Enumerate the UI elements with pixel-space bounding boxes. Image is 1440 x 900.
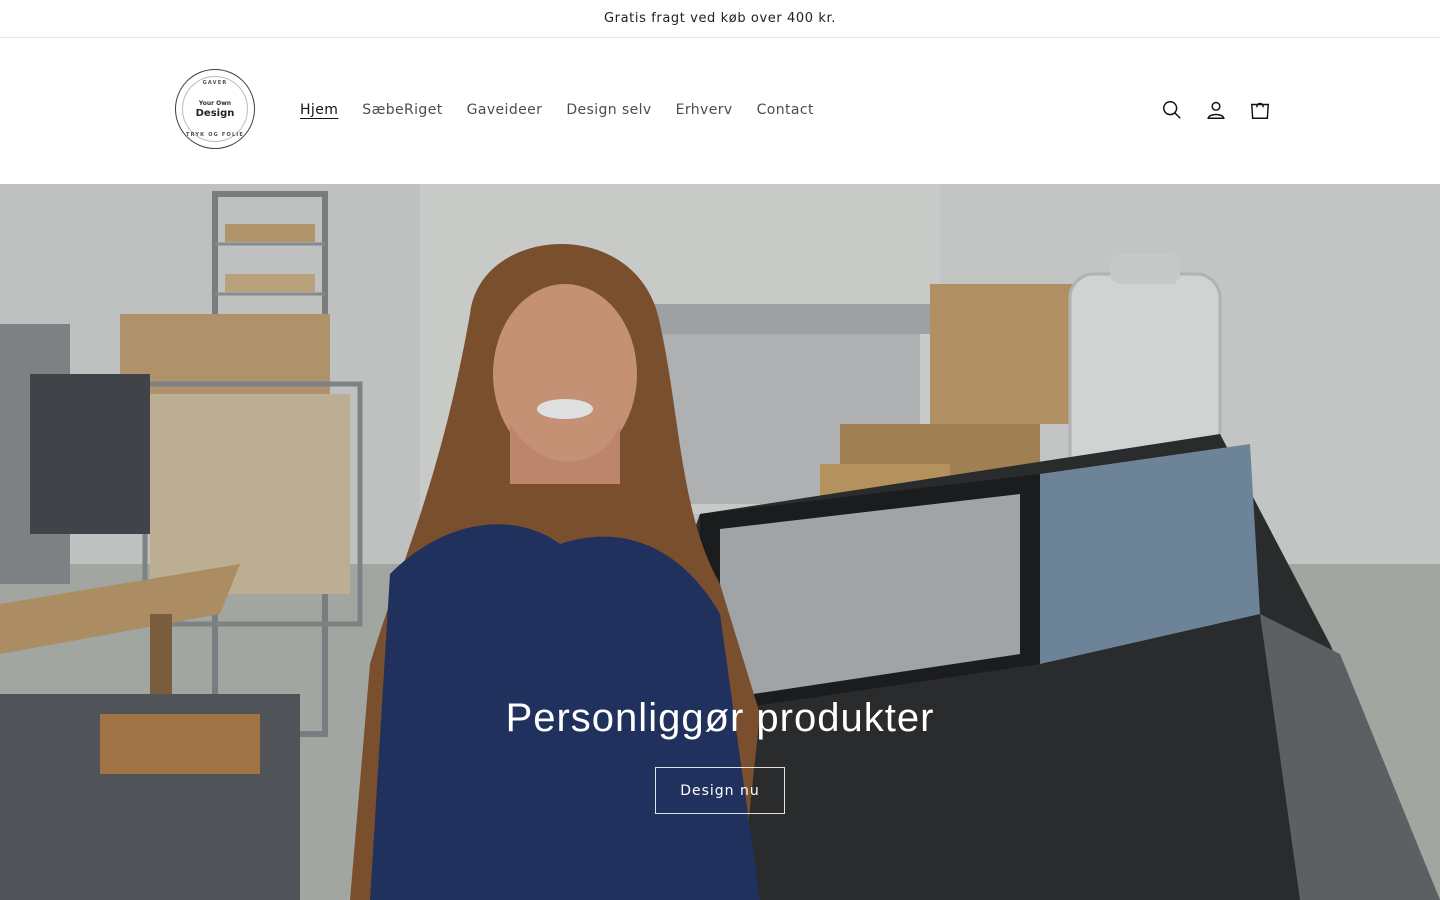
search-button[interactable] [1150, 88, 1194, 132]
hero-title: Personliggør produkter [505, 696, 935, 740]
logo-line-2: Design [195, 107, 235, 119]
nav-item-erhverv[interactable]: Erhverv [664, 102, 745, 118]
design-now-button[interactable]: Design nu [655, 767, 785, 814]
logo-top-text: GAVER [202, 80, 228, 86]
logo-badge: GAVER Your Own Design TRYK OG FOLIE [182, 76, 248, 142]
cart-icon [1250, 102, 1270, 119]
nav-item-design-selv[interactable]: Design selv [554, 102, 663, 118]
logo-bottom-text: TRYK OG FOLIE [185, 132, 245, 138]
hero-banner: Personliggør produkter Design nu [0, 184, 1440, 900]
logo-line-1: Your Own [198, 99, 232, 107]
search-icon [1163, 101, 1181, 119]
nav-item-hjem[interactable]: Hjem [288, 102, 350, 118]
account-button[interactable] [1194, 88, 1238, 132]
header-icons [1150, 88, 1282, 132]
announcement-bar: Gratis fragt ved køb over 400 kr. [0, 0, 1440, 38]
main-navigation: Hjem SæbeRiget Gaveideer Design selv Erh… [288, 96, 826, 124]
site-header: GAVER Your Own Design TRYK OG FOLIE Hjem… [0, 38, 1440, 184]
cart-button[interactable] [1238, 88, 1282, 132]
account-icon [1207, 101, 1225, 119]
announcement-text: Gratis fragt ved køb over 400 kr. [604, 11, 836, 26]
nav-item-saeberiget[interactable]: SæbeRiget [350, 102, 454, 118]
nav-item-gaveideer[interactable]: Gaveideer [455, 102, 555, 118]
nav-item-contact[interactable]: Contact [745, 102, 826, 118]
site-logo[interactable]: GAVER Your Own Design TRYK OG FOLIE [175, 69, 255, 149]
